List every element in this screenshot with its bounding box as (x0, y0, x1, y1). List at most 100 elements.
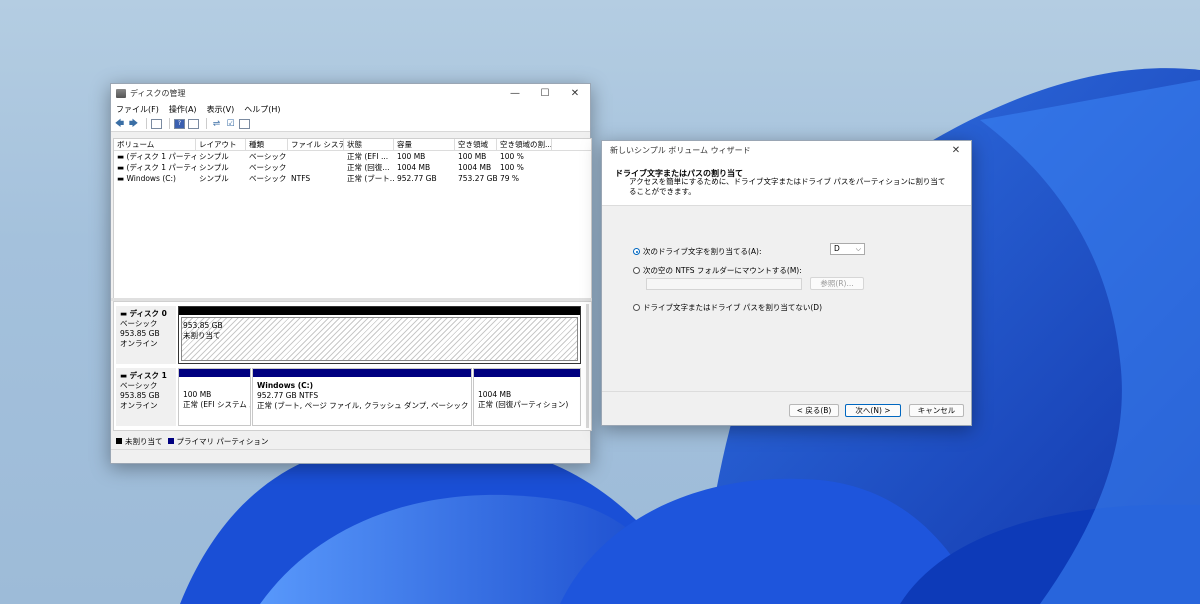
table-cell: ベーシック (249, 152, 287, 161)
no-assign-option[interactable]: ドライブ文字またはドライブ パスを割り当てない(D) (633, 302, 822, 313)
table-cell: 100 MB (397, 152, 426, 161)
windows-partition-status: 正常 (ブート, ページ ファイル, クラッシュ ダンプ, ベーシック データ … (257, 401, 471, 410)
help-icon[interactable]: ? (174, 118, 185, 129)
mount-folder-radio[interactable] (633, 267, 640, 274)
mount-path-field[interactable] (646, 278, 802, 290)
primary-partition-bar (179, 369, 250, 377)
table-cell: ベーシック (249, 163, 287, 172)
column-header[interactable]: レイアウト (196, 139, 246, 150)
table-cell: NTFS (291, 174, 311, 183)
maximize-button[interactable]: ☐ (530, 84, 560, 102)
table-cell: ▬ (ディスク 1 パーティシ... (117, 163, 196, 172)
disk-1-status: オンライン (120, 401, 158, 410)
efi-partition[interactable]: 100 MB 正常 (EFI システム パ (178, 368, 251, 426)
menubar: ファイル(F) 操作(A) 表示(V) ヘルプ(H) (111, 102, 590, 116)
forward-arrow-icon[interactable]: 🡆 (128, 119, 139, 129)
column-header[interactable]: 状態 (344, 139, 394, 150)
windows-partition-name: Windows (C:) (257, 381, 314, 390)
back-button[interactable]: < 戻る(B) (789, 404, 839, 417)
table-cell: ベーシック (249, 174, 287, 183)
windows-partition[interactable]: Windows (C:) 952.77 GB NTFS 正常 (ブート, ページ… (252, 368, 472, 426)
disk-management-icon (116, 88, 126, 98)
cancel-button[interactable]: キャンセル (909, 404, 964, 417)
menu-action[interactable]: 操作(A) (169, 104, 197, 115)
table-cell: 100 % (500, 163, 524, 172)
connect-icon[interactable]: ⇌ (211, 119, 222, 129)
close-icon[interactable]: ✕ (941, 141, 971, 159)
primary-partition-bar (474, 369, 580, 377)
checklist-icon[interactable]: ☑ (225, 119, 236, 129)
volume-list: ボリューム レイアウト 種類 ファイル システム 状態 容量 空き領域 空き領域… (113, 138, 592, 300)
table-cell: シンプル (199, 174, 229, 183)
disk-0-status: オンライン (120, 339, 158, 348)
table-cell: シンプル (199, 163, 229, 172)
no-assign-label: ドライブ文字またはドライブ パスを割り当てない(D) (643, 303, 823, 312)
disk-pane-scrollbar[interactable] (586, 304, 589, 428)
browse-button[interactable]: 参照(R)... (810, 277, 864, 290)
legend: 未割り当て プライマリ パーティション (113, 435, 268, 447)
legend-primary-label: プライマリ パーティション (176, 436, 269, 446)
volume-list-header: ボリューム レイアウト 種類 ファイル システム 状態 容量 空き領域 空き領域… (114, 139, 591, 151)
table-cell: 正常 (ブート... (347, 174, 394, 183)
menu-file[interactable]: ファイル(F) (116, 104, 159, 115)
menu-view[interactable]: 表示(V) (207, 104, 235, 115)
new-simple-volume-wizard: 新しいシンプル ボリューム ウィザード ✕ ドライブ文字またはパスの割り当て ア… (601, 140, 972, 426)
disk-graphical-pane: ▬ ディスク 0 ベーシック 953.85 GB オンライン 953.85 GB… (113, 301, 592, 431)
back-arrow-icon[interactable]: 🡄 (114, 119, 125, 129)
no-assign-radio[interactable] (633, 304, 640, 311)
efi-status: 正常 (EFI システム パ (183, 400, 251, 409)
unallocated-bar (179, 307, 580, 315)
mount-folder-option[interactable]: 次の空の NTFS フォルダーにマウントする(M): (633, 265, 802, 276)
properties-icon[interactable] (188, 118, 199, 129)
unallocated-text: 953.85 GB 未割り当て (179, 315, 580, 341)
table-cell: 753.27 GB (458, 174, 497, 183)
table-cell: 正常 (EFI ... (347, 152, 389, 161)
wizard-description: アクセスを簡単にするために、ドライブ文字またはドライブ パスをパーティションに割… (629, 177, 946, 196)
toolbar: 🡄 🡆 ? ⇌ ☑ (111, 116, 590, 132)
disk-0-label[interactable]: ▬ ディスク 0 ベーシック 953.85 GB オンライン (116, 306, 176, 364)
disk-0-type: ベーシック (120, 319, 158, 328)
status-bar (111, 449, 590, 463)
disk-1-label[interactable]: ▬ ディスク 1 ベーシック 953.85 GB オンライン (116, 368, 176, 426)
table-cell: ▬ Windows (C:) (117, 174, 176, 183)
table-row[interactable]: ▬ Windows (C:) シンプル ベーシック NTFS 正常 (ブート..… (114, 173, 591, 184)
assign-letter-option[interactable]: 次のドライブ文字を割り当てる(A): (633, 246, 762, 257)
table-cell (288, 162, 344, 173)
window-icon[interactable] (239, 118, 250, 129)
disk-0-unallocated[interactable]: 953.85 GB 未割り当て (178, 306, 581, 364)
recovery-status: 正常 (回復パーティション) (478, 400, 569, 409)
column-header[interactable]: 容量 (394, 139, 455, 150)
close-button[interactable]: ✕ (560, 84, 590, 102)
assign-letter-radio[interactable] (633, 248, 640, 255)
dm-titlebar[interactable]: ディスクの管理 — ☐ ✕ (111, 84, 590, 102)
wizard-header: ドライブ文字またはパスの割り当て アクセスを簡単にするために、ドライブ文字または… (602, 159, 971, 206)
table-cell: 1004 MB (458, 163, 492, 172)
drive-letter-select[interactable]: D ⌵ (830, 243, 865, 255)
disk-0-row: ▬ ディスク 0 ベーシック 953.85 GB オンライン 953.85 GB… (116, 306, 581, 364)
disk-0-size: 953.85 GB (120, 329, 160, 338)
disk-management-window: ディスクの管理 — ☐ ✕ ファイル(F) 操作(A) 表示(V) ヘルプ(H)… (110, 83, 592, 464)
column-header[interactable]: 空き領域 (455, 139, 497, 150)
legend-primary-swatch (167, 438, 174, 444)
recovery-partition[interactable]: 1004 MB 正常 (回復パーティション) (473, 368, 581, 426)
efi-size: 100 MB (183, 390, 212, 399)
table-cell: 1004 MB (397, 163, 431, 172)
disk-1-row: ▬ ディスク 1 ベーシック 953.85 GB オンライン 100 MB 正常… (116, 368, 581, 426)
menu-help[interactable]: ヘルプ(H) (244, 104, 280, 115)
primary-partition-bar (253, 369, 471, 377)
wizard-titlebar[interactable]: 新しいシンプル ボリューム ウィザード ✕ (602, 141, 971, 159)
show-hide-tree-icon[interactable] (151, 118, 162, 129)
column-header[interactable]: 空き領域の割... (497, 139, 552, 150)
table-row[interactable]: ▬ (ディスク 1 パーティシ... シンプル ベーシック 正常 (EFI ..… (114, 151, 591, 162)
table-cell: 100 MB (458, 152, 487, 161)
next-button[interactable]: 次へ(N) > (845, 404, 901, 417)
column-header[interactable]: ボリューム (114, 139, 196, 150)
toolbar-separator (206, 118, 207, 129)
table-cell: ▬ (ディスク 1 パーティシ... (117, 152, 196, 161)
column-header[interactable]: 種類 (246, 139, 288, 150)
wizard-separator (602, 391, 971, 392)
unallocated-size: 953.85 GB (183, 321, 223, 330)
column-header[interactable]: ファイル システム (288, 139, 344, 150)
table-row[interactable]: ▬ (ディスク 1 パーティシ... シンプル ベーシック 正常 (回復... … (114, 162, 591, 173)
minimize-button[interactable]: — (500, 84, 530, 102)
